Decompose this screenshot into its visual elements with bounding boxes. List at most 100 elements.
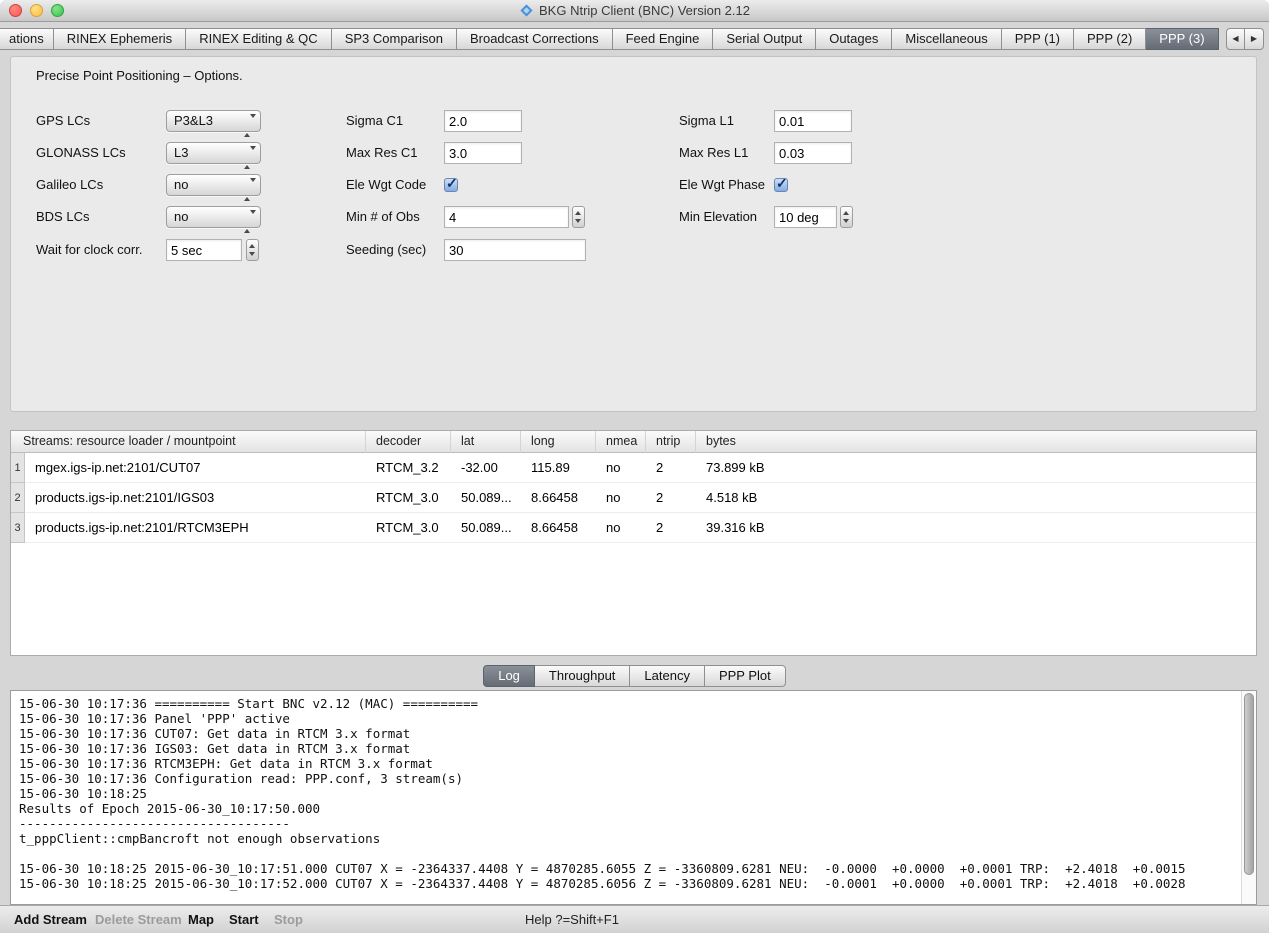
ele-wgt-code-label: Ele Wgt Code — [346, 174, 426, 196]
titlebar: BKG Ntrip Client (BNC) Version 2.12 — [0, 0, 1269, 22]
help-shortcut-label: Help ?=Shift+F1 — [525, 906, 619, 933]
tab-outages[interactable]: Outages — [816, 28, 892, 50]
col-mountpoint: Streams: resource loader / mountpoint — [11, 431, 366, 453]
app-window: BKG Ntrip Client (BNC) Version 2.12 atio… — [0, 0, 1269, 933]
glonass-lcs-label: GLONASS LCs — [36, 142, 126, 164]
galileo-lcs-value: no — [174, 177, 188, 192]
tab-scroll-right-icon[interactable]: ▶ — [1245, 28, 1264, 50]
app-icon — [519, 3, 534, 24]
stream-mountpoint: products.igs-ip.net:2101/IGS03 — [35, 483, 214, 513]
min-obs-input[interactable] — [444, 206, 569, 228]
sigma-l1-input[interactable] — [774, 110, 852, 132]
stream-mountpoint: mgex.igs-ip.net:2101/CUT07 — [35, 453, 200, 483]
window-controls — [9, 4, 64, 17]
close-window-button[interactable] — [9, 4, 22, 17]
window-title: BKG Ntrip Client (BNC) Version 2.12 — [539, 3, 750, 18]
max-res-c1-input[interactable] — [444, 142, 522, 164]
min-obs-label: Min # of Obs — [346, 206, 420, 228]
combo-arrows-icon — [244, 212, 256, 232]
stream-row[interactable]: 3 products.igs-ip.net:2101/RTCM3EPH RTCM… — [11, 513, 1256, 543]
streams-table: Streams: resource loader / mountpoint de… — [10, 430, 1257, 656]
col-lat: lat — [451, 431, 521, 453]
stream-ntrip: 2 — [656, 513, 663, 543]
stream-ntrip: 2 — [656, 453, 663, 483]
start-button[interactable]: Start — [229, 906, 259, 933]
window-title-area: BKG Ntrip Client (BNC) Version 2.12 — [0, 0, 1269, 22]
stream-nmea: no — [606, 513, 620, 543]
tab-sp3-comparison[interactable]: SP3 Comparison — [332, 28, 457, 50]
tab-broadcast-corrections[interactable]: Broadcast Corrections — [457, 28, 613, 50]
gps-lcs-value: P3&L3 — [174, 113, 213, 128]
stream-lat: 50.089... — [461, 483, 512, 513]
min-elevation-stepper[interactable] — [840, 206, 853, 228]
tab-latency[interactable]: Latency — [630, 665, 705, 687]
bds-lcs-label: BDS LCs — [36, 206, 89, 228]
min-elevation-input[interactable] — [774, 206, 837, 228]
bds-lcs-value: no — [174, 209, 188, 224]
ele-wgt-phase-label: Ele Wgt Phase — [679, 174, 765, 196]
stop-button: Stop — [274, 906, 303, 933]
delete-stream-button: Delete Stream — [95, 906, 182, 933]
stream-mountpoint: products.igs-ip.net:2101/RTCM3EPH — [35, 513, 249, 543]
stream-lat: 50.089... — [461, 513, 512, 543]
tab-feed-engine[interactable]: Feed Engine — [613, 28, 714, 50]
sigma-c1-label: Sigma C1 — [346, 110, 403, 132]
combo-arrows-icon — [244, 180, 256, 200]
stream-bytes: 73.899 kB — [706, 453, 765, 483]
log-text: 15-06-30 10:17:36 ========== Start BNC v… — [19, 696, 1238, 891]
stream-lat: -32.00 — [461, 453, 498, 483]
tab-miscellaneous[interactable]: Miscellaneous — [892, 28, 1001, 50]
log-vertical-scrollbar[interactable] — [1241, 691, 1256, 904]
tab-rinex-editing-qc[interactable]: RINEX Editing & QC — [186, 28, 332, 50]
min-elevation-label: Min Elevation — [679, 206, 757, 228]
row-number: 3 — [11, 513, 25, 543]
tab-serial-output[interactable]: Serial Output — [713, 28, 816, 50]
minimize-window-button[interactable] — [30, 4, 43, 17]
galileo-lcs-select[interactable]: no — [166, 174, 261, 196]
bds-lcs-select[interactable]: no — [166, 206, 261, 228]
glonass-lcs-select[interactable]: L3 — [166, 142, 261, 164]
tab-scroll-left-icon[interactable]: ◀ — [1226, 28, 1245, 50]
gps-lcs-select[interactable]: P3&L3 — [166, 110, 261, 132]
tab-observations-partial[interactable]: ations — [0, 28, 54, 50]
col-nmea: nmea — [596, 431, 646, 453]
max-res-c1-label: Max Res C1 — [346, 142, 418, 164]
stream-nmea: no — [606, 453, 620, 483]
map-button[interactable]: Map — [188, 906, 214, 933]
ele-wgt-phase-checkbox[interactable] — [774, 178, 788, 192]
col-long: long — [521, 431, 596, 453]
stream-long: 8.66458 — [531, 483, 578, 513]
row-number: 1 — [11, 453, 25, 483]
gps-lcs-label: GPS LCs — [36, 110, 90, 132]
tab-rinex-ephemeris[interactable]: RINEX Ephemeris — [54, 28, 186, 50]
tab-ppp-3[interactable]: PPP (3) — [1146, 28, 1218, 50]
tab-throughput[interactable]: Throughput — [535, 665, 631, 687]
stream-long: 8.66458 — [531, 513, 578, 543]
max-res-l1-label: Max Res L1 — [679, 142, 748, 164]
seeding-input[interactable] — [444, 239, 586, 261]
stream-row[interactable]: 1 mgex.igs-ip.net:2101/CUT07 RTCM_3.2 -3… — [11, 453, 1256, 483]
seeding-label: Seeding (sec) — [346, 239, 426, 261]
max-res-l1-input[interactable] — [774, 142, 852, 164]
wait-clock-stepper[interactable] — [246, 239, 259, 261]
wait-clock-label: Wait for clock corr. — [36, 239, 142, 261]
tab-ppp-2[interactable]: PPP (2) — [1074, 28, 1146, 50]
add-stream-button[interactable]: Add Stream — [14, 906, 87, 933]
stream-row[interactable]: 2 products.igs-ip.net:2101/IGS03 RTCM_3.… — [11, 483, 1256, 513]
row-number: 2 — [11, 483, 25, 513]
tab-ppp-plot[interactable]: PPP Plot — [705, 665, 786, 687]
stream-decoder: RTCM_3.0 — [376, 513, 439, 543]
panel-title: Precise Point Positioning – Options. — [36, 68, 243, 83]
stream-ntrip: 2 — [656, 483, 663, 513]
zoom-window-button[interactable] — [51, 4, 64, 17]
stream-long: 115.89 — [531, 453, 570, 483]
col-ntrip: ntrip — [646, 431, 696, 453]
tab-log[interactable]: Log — [483, 665, 535, 687]
min-obs-stepper[interactable] — [572, 206, 585, 228]
scrollbar-thumb[interactable] — [1244, 693, 1254, 875]
wait-clock-input[interactable] — [166, 239, 242, 261]
tab-ppp-1[interactable]: PPP (1) — [1002, 28, 1074, 50]
ele-wgt-code-checkbox[interactable] — [444, 178, 458, 192]
stream-bytes: 4.518 kB — [706, 483, 757, 513]
sigma-c1-input[interactable] — [444, 110, 522, 132]
